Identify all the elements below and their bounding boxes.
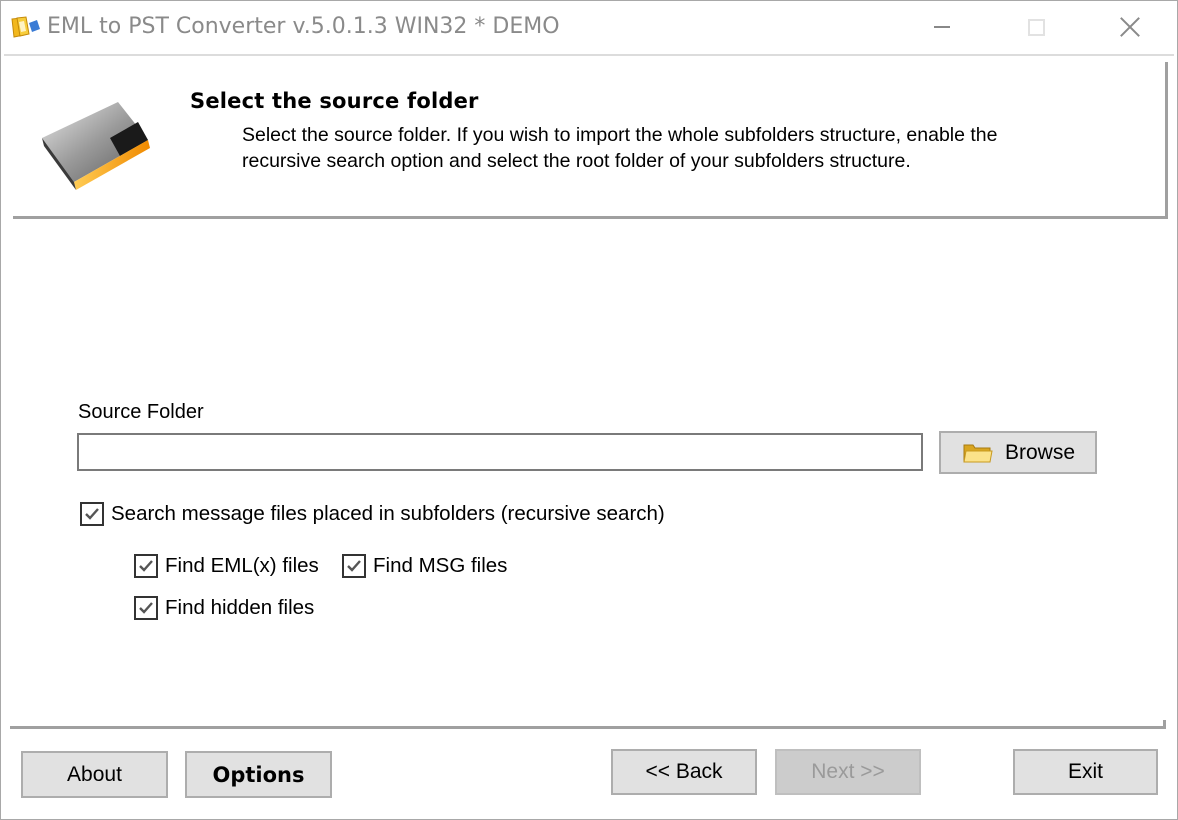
find-hidden-checkbox[interactable]: Find hidden files [134, 596, 314, 620]
checkbox-box[interactable] [134, 596, 158, 620]
options-button[interactable]: Options [185, 751, 332, 798]
folder-card-icon [42, 102, 150, 190]
close-icon [1119, 16, 1141, 38]
maximize-icon [1027, 18, 1045, 36]
browse-button[interactable]: Browse [939, 431, 1097, 474]
app-logo-icon [11, 16, 40, 38]
footer-divider [10, 726, 1166, 729]
minimize-icon [934, 26, 950, 28]
source-folder-input[interactable] [77, 433, 923, 471]
app-window: EML to PST Converter v.5.0.1.3 WIN32 * D… [0, 0, 1178, 820]
title-bar[interactable]: EML to PST Converter v.5.0.1.3 WIN32 * D… [1, 1, 1177, 53]
find-eml-checkbox[interactable]: Find EML(x) files [134, 554, 319, 578]
checkmark-icon [85, 508, 99, 520]
find-eml-label: Find EML(x) files [165, 554, 319, 577]
page-description: Select the source folder. If you wish to… [242, 122, 1142, 174]
checkbox-box[interactable] [134, 554, 158, 578]
footer-divider-edge [1163, 720, 1166, 728]
recursive-search-checkbox[interactable]: Search message files placed in subfolder… [80, 502, 665, 526]
browse-label: Browse [1005, 440, 1076, 464]
source-folder-label: Source Folder [78, 401, 204, 423]
checkmark-icon [347, 560, 361, 572]
minimize-button[interactable] [919, 1, 965, 53]
recursive-search-label: Search message files placed in subfolder… [111, 502, 665, 525]
folder-icon [963, 444, 993, 462]
find-hidden-label: Find hidden files [165, 596, 315, 619]
wizard-header: Select the source folder Select the sour… [13, 62, 1168, 219]
find-msg-label: Find MSG files [373, 554, 508, 577]
description-line-1: Select the source folder. If you wish to… [242, 124, 998, 146]
window-title: EML to PST Converter v.5.0.1.3 WIN32 * D… [47, 14, 560, 39]
back-button[interactable]: << Back [611, 749, 757, 795]
find-msg-checkbox[interactable]: Find MSG files [342, 554, 507, 578]
page-title: Select the source folder [190, 89, 479, 113]
close-button[interactable] [1107, 1, 1153, 53]
checkbox-box[interactable] [342, 554, 366, 578]
description-line-2: recursive search option and select the r… [242, 150, 911, 172]
wizard-body: Select the source folder Select the sour… [4, 54, 1174, 818]
checkmark-icon [139, 602, 153, 614]
next-button[interactable]: Next >> [775, 749, 921, 795]
checkmark-icon [139, 560, 153, 572]
about-button[interactable]: About [21, 751, 168, 798]
checkbox-box[interactable] [80, 502, 104, 526]
maximize-button[interactable] [1013, 1, 1059, 53]
exit-button[interactable]: Exit [1013, 749, 1158, 795]
